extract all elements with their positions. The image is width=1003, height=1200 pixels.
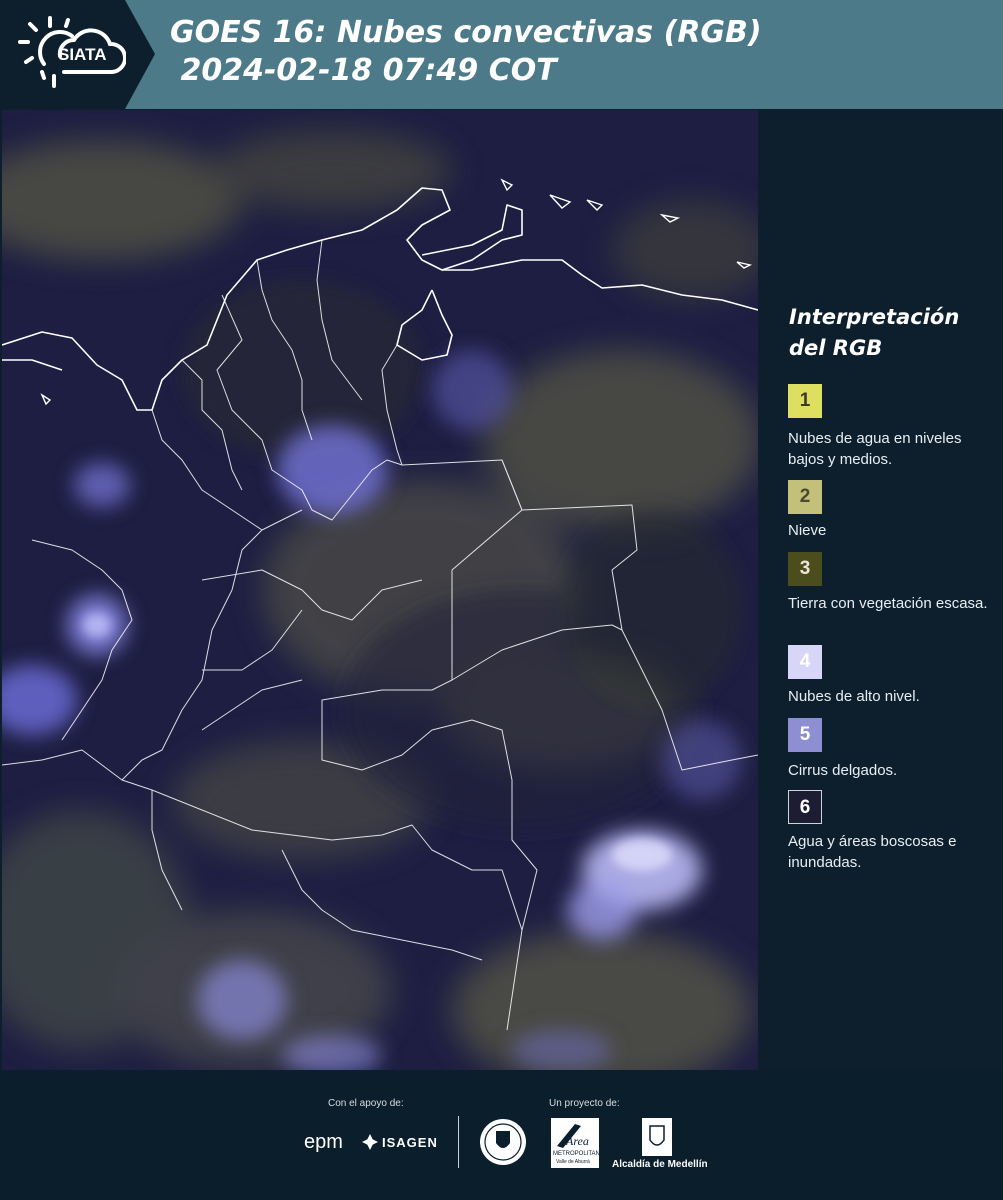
footer-divider [458,1116,459,1168]
legend-swatch-2: 2 [788,480,822,514]
legend-swatch-1: 1 [788,384,822,418]
alcaldia-logo-text: Alcaldía de Medellín [612,1159,708,1170]
page-title: GOES 16: Nubes convectivas (RGB) 2024-02… [170,14,762,90]
area-logo-subtitle: METROPOLITANA [553,1151,604,1157]
project-label: Un proyecto de: [549,1098,620,1109]
legend-title: Interpretación del RGB [789,305,960,360]
satellite-map-svg [2,110,758,1070]
legend-label-6: Agua y áreas boscosas e inundadas. [788,833,957,871]
epm-logo: epm [304,1131,343,1153]
area-logo-text: Área [566,1134,589,1148]
footer: Con el apoyo de: Un proyecto de: epm ISA… [0,1070,1003,1200]
title-datetime: 2024-02-18 07:49 COT [170,53,557,88]
legend-label-1: Nubes de agua en niveles bajos y medios. [788,430,962,468]
support-label: Con el apoyo de: [328,1098,404,1109]
area-logo-subtitle2: Valle de Aburrá [556,1159,590,1165]
header: SIATA GOES 16: Nubes convectivas (RGB) 2… [0,0,1003,109]
isagen-logo-icon [362,1134,378,1150]
legend-label-4: Nubes de alto nivel. [788,688,920,705]
legend-swatch-3: 3 [788,552,822,586]
satellite-image [2,110,758,1070]
legend-swatch-5: 5 [788,718,822,752]
medellin-seal-icon [480,1119,526,1165]
legend-label-5: Cirrus delgados. [788,762,898,779]
alcaldia-shield-icon [642,1118,672,1156]
title-product: GOES 16: Nubes convectivas (RGB) [170,15,762,50]
legend-swatch-4: 4 [788,645,822,679]
isagen-logo: ISAGEN [382,1135,438,1150]
legend-swatch-6: 6 [788,790,822,824]
legend-label-3: Tierra con vegetación escasa. [788,595,988,612]
legend-panel: Interpretación del RGB 1 Nubes de agua e… [760,110,1003,1070]
siata-logo-text: SIATA [58,45,107,64]
legend-label-2: Nieve [788,522,827,539]
